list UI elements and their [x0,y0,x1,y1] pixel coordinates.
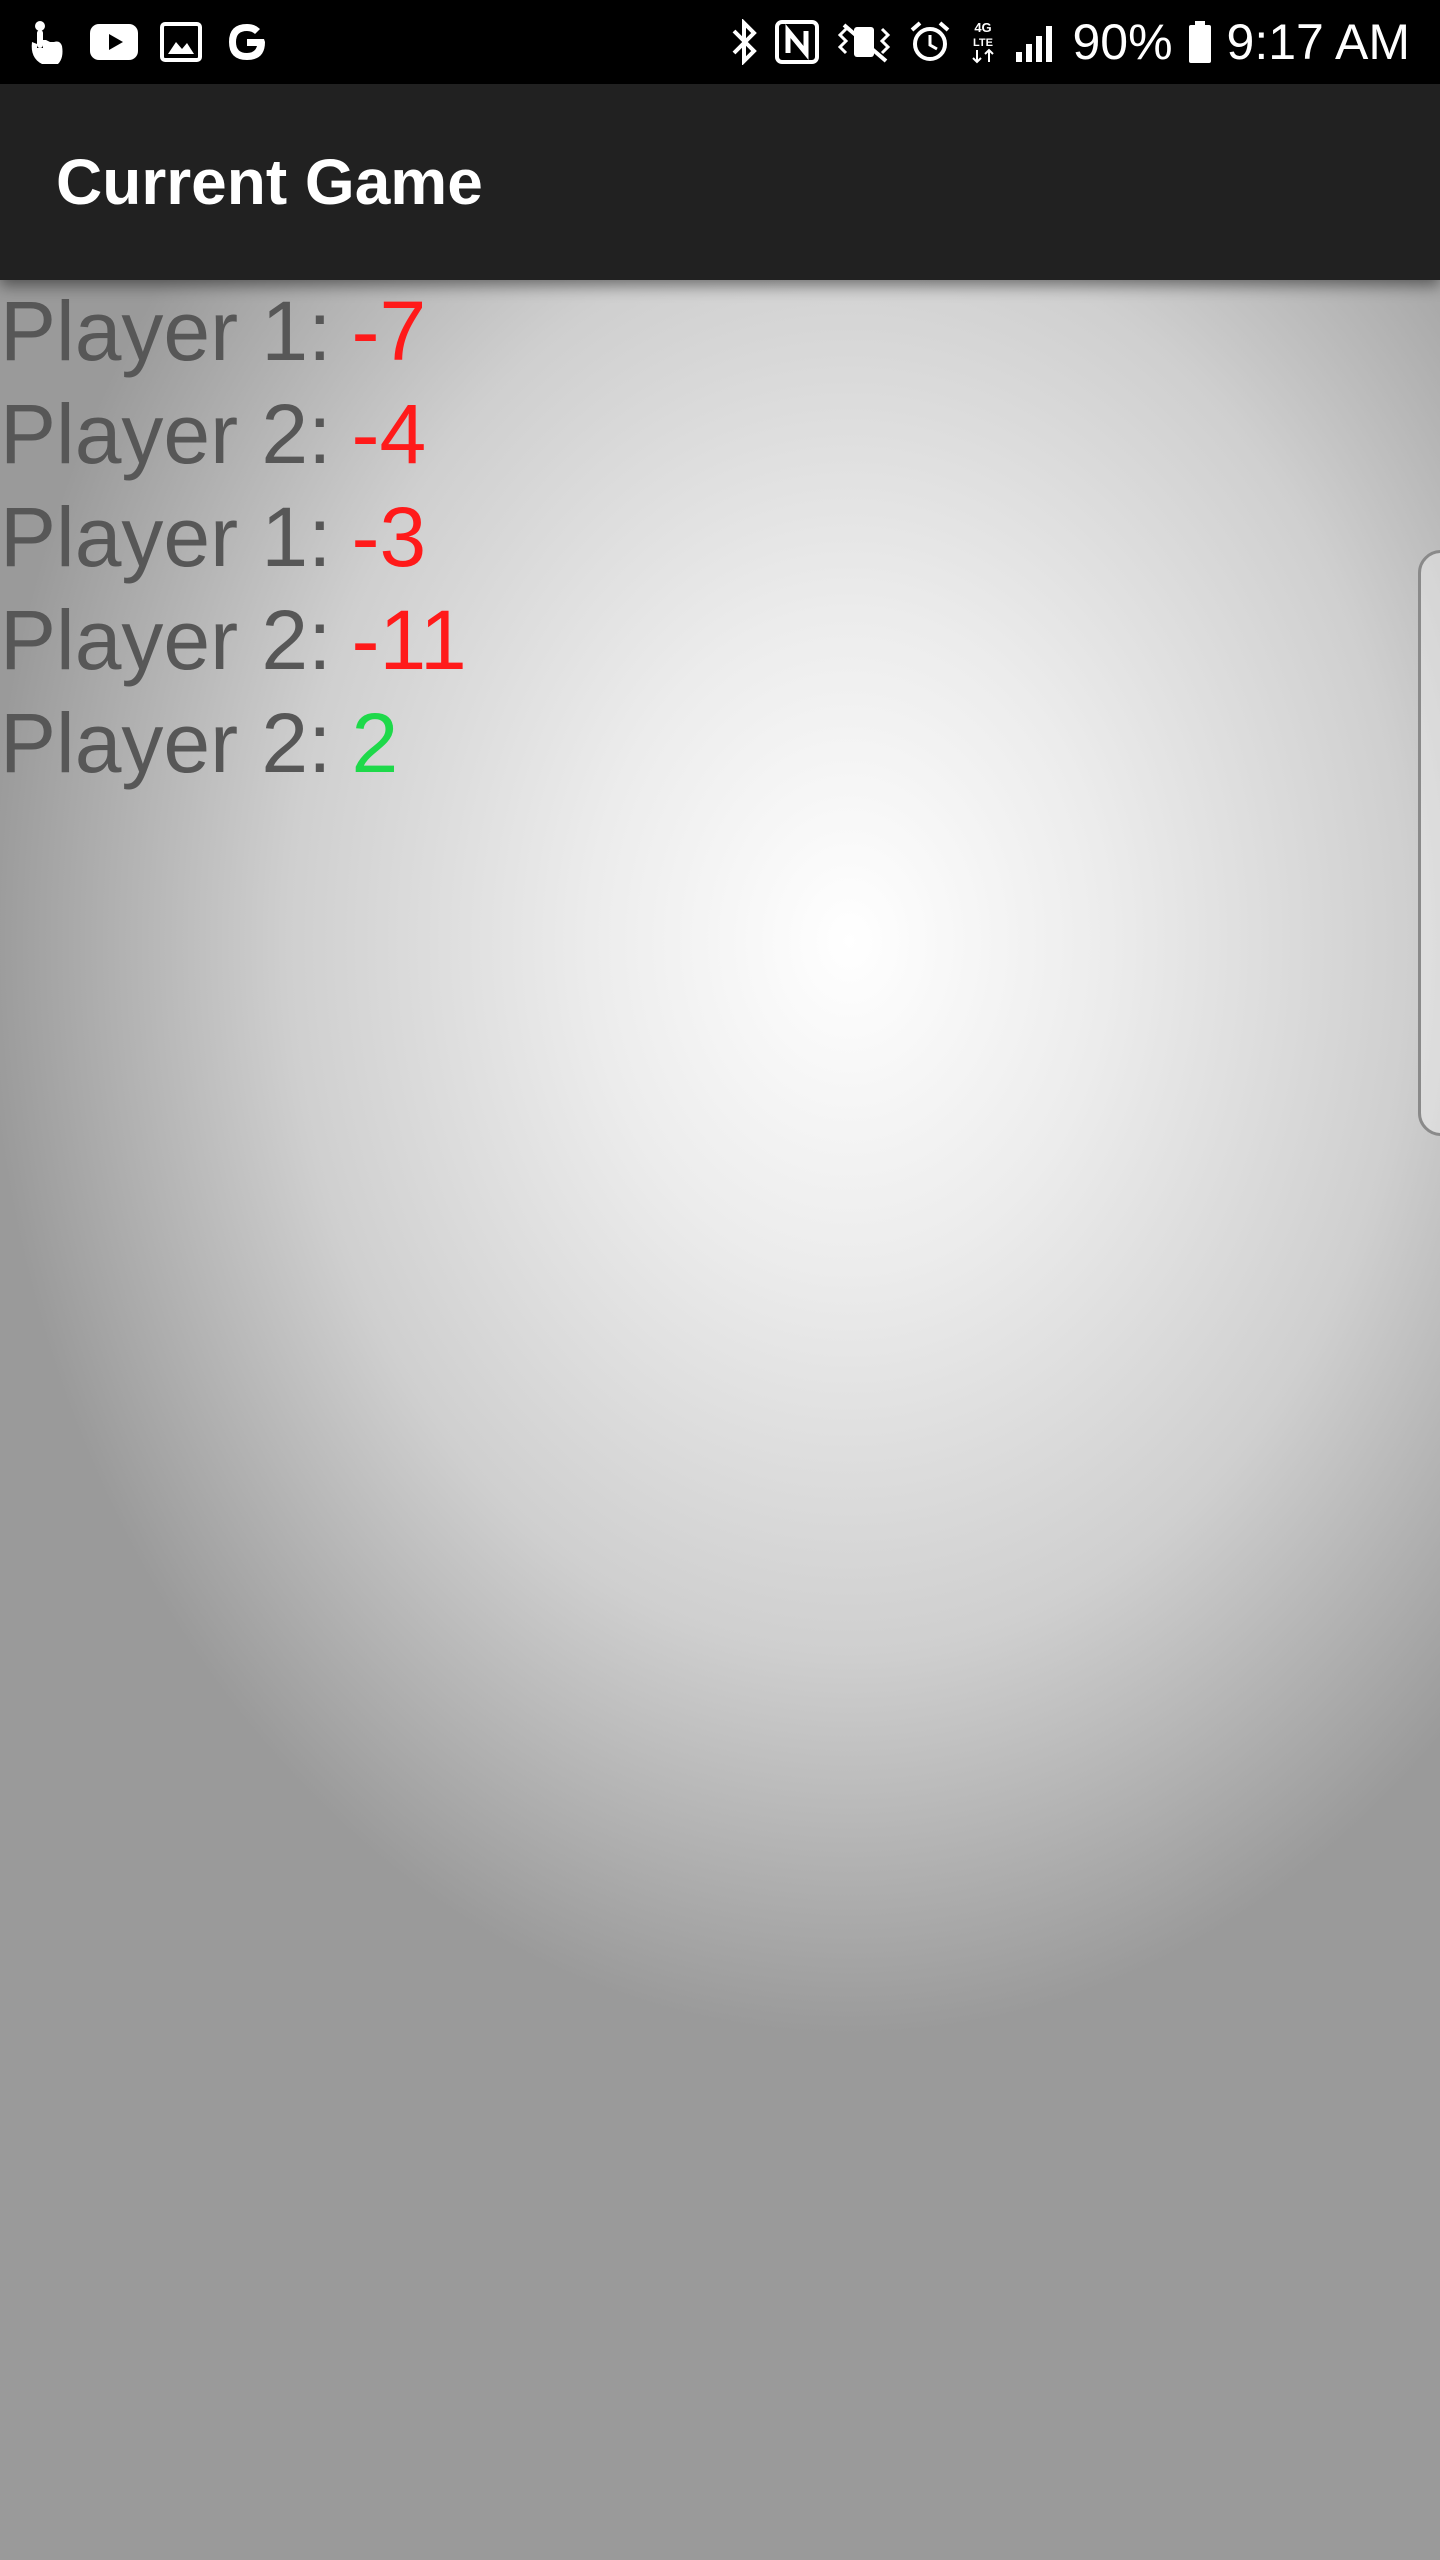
google-icon [224,19,270,65]
clock: 9:17 AM [1226,14,1410,70]
player-label: Player 2: [0,696,332,790]
notification-icons [24,0,270,84]
lte-icon: 4G LTE [966,18,1000,66]
system-icons: 4G LTE 90% 9:17 AM [728,0,1410,84]
battery-icon [1187,19,1213,65]
app-bar: Current Game [0,84,1440,280]
gallery-icon [160,22,202,62]
page-title: Current Game [56,146,483,218]
vibrate-icon [834,21,894,63]
player-label: Player 2: [0,593,332,687]
score-row: Player 2: -4 [0,383,467,486]
score-value: 2 [351,696,399,790]
player-label: Player 1: [0,490,332,584]
score-value: -11 [351,593,467,687]
score-row: Player 2: 2 [0,692,467,795]
score-history-panel: Player 1: -7 Player 2: -4 Player 1: -3 Play… [0,280,1440,2560]
score-row: Player 2: -11 [0,589,467,692]
edge-panel-handle[interactable] [1418,550,1440,1136]
alarm-icon [908,20,952,64]
score-value: -7 [351,284,427,378]
score-row: Player 1: -7 [0,280,467,383]
score-value: -4 [351,387,427,481]
status-bar: 4G LTE 90% 9:17 AM [0,0,1440,84]
score-value: -3 [351,490,427,584]
battery-percent: 90% [1072,14,1173,70]
player-label: Player 2: [0,387,332,481]
nfc-icon [774,19,820,65]
bluetooth-icon [728,19,760,65]
youtube-icon [90,24,138,60]
touch-gesture-icon [24,18,68,66]
score-row: Player 1: -3 [0,486,467,589]
signal-icon [1014,20,1058,64]
score-list: Player 1: -7 Player 2: -4 Player 1: -3 Play… [0,280,467,795]
player-label: Player 1: [0,284,332,378]
svg-text:LTE: LTE [973,37,993,49]
svg-text:4G: 4G [975,20,992,35]
